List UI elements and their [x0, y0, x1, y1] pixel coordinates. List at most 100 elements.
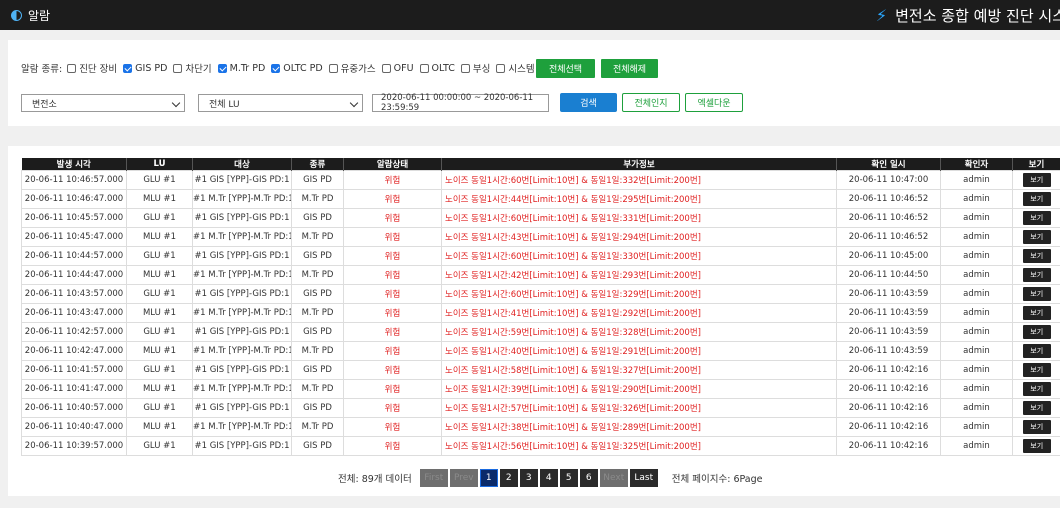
cell-ack-time: 20-06-11 10:42:16 — [836, 398, 941, 418]
checkbox-checked-icon[interactable] — [271, 63, 281, 73]
chevron-down-icon — [349, 98, 359, 108]
table-row[interactable]: 20-06-11 10:44:47.000 MLU #1 #1 M.Tr [YPP]… — [21, 265, 1060, 285]
table-row[interactable]: 20-06-11 10:41:57.000 GLU #1 #1 GIS [YPP]-… — [21, 360, 1060, 380]
cell-ack-time: 20-06-11 10:46:52 — [836, 208, 941, 228]
alarm-type-checkbox[interactable]: GIS PD — [123, 63, 167, 74]
alarm-type-checkbox[interactable]: 진단 장비 — [67, 61, 117, 75]
search-button[interactable]: 검색 — [560, 93, 617, 112]
table-row[interactable]: 20-06-11 10:43:47.000 MLU #1 #1 M.Tr [YPP]… — [21, 303, 1060, 323]
cell-ack-user: admin — [940, 246, 1013, 266]
cell-time: 20-06-11 10:39:57.000 — [21, 436, 127, 456]
checkbox-unchecked-icon[interactable] — [328, 63, 338, 73]
first-page-button[interactable]: First — [419, 469, 448, 487]
chevron-down-icon — [171, 98, 181, 108]
table-row[interactable]: 20-06-11 10:45:57.000 GLU #1 #1 GIS [YPP]-… — [21, 208, 1060, 228]
view-button[interactable]: 보기 — [1022, 211, 1051, 225]
view-button[interactable]: 보기 — [1022, 192, 1051, 206]
table-row[interactable]: 20-06-11 10:40:47.000 MLU #1 #1 M.Tr [YPP]… — [21, 417, 1060, 437]
cell-ack-time: 20-06-11 10:46:52 — [836, 189, 941, 209]
excel-download-button[interactable]: 엑셀다운 — [685, 93, 743, 112]
cell-ack-time: 20-06-11 10:42:16 — [836, 379, 941, 399]
page-number-button[interactable]: 2 — [499, 469, 518, 487]
view-button[interactable]: 보기 — [1022, 173, 1051, 187]
cell-status: 위험 — [343, 322, 442, 342]
cell-lu: GLU #1 — [126, 322, 193, 342]
cell-view: 보기 — [1012, 322, 1060, 342]
checkbox-unchecked-icon[interactable] — [419, 63, 429, 73]
table-row[interactable]: 20-06-11 10:39:57.000 GLU #1 #1 GIS [YPP]-… — [21, 436, 1060, 456]
view-button[interactable]: 보기 — [1022, 439, 1051, 453]
page-number-button[interactable]: 5 — [559, 469, 578, 487]
cell-status: 위험 — [343, 398, 442, 418]
checkbox-unchecked-icon[interactable] — [381, 63, 391, 73]
cell-target: #1 GIS [YPP]-GIS PD:1 — [192, 208, 292, 228]
view-button[interactable]: 보기 — [1022, 344, 1051, 358]
page-number-button[interactable]: 6 — [579, 469, 598, 487]
cell-ack-user: admin — [940, 284, 1013, 304]
acknowledge-all-button[interactable]: 전체인지 — [622, 93, 680, 112]
alarm-type-checkbox[interactable]: M.Tr PD — [217, 63, 265, 74]
table-row[interactable]: 20-06-11 10:46:47.000 MLU #1 #1 M.Tr [YPP]… — [21, 189, 1060, 209]
top-bar-right: ⚡ 변전소 종합 예방 진단 시스 — [876, 5, 1060, 26]
cell-target: #1 M.Tr [YPP]-M.Tr PD:1 — [192, 227, 292, 247]
checkbox-unchecked-icon[interactable] — [496, 63, 506, 73]
view-button[interactable]: 보기 — [1022, 325, 1051, 339]
table-row[interactable]: 20-06-11 10:42:57.000 GLU #1 #1 GIS [YPP]-… — [21, 322, 1060, 342]
cell-ack-user: admin — [940, 322, 1013, 342]
cell-info: 노이즈 동일1시간:56번[Limit:10번] & 동일1일:325번[Lim… — [441, 436, 837, 456]
checkbox-unchecked-icon[interactable] — [460, 63, 470, 73]
alarm-type-checkbox[interactable]: OFU — [381, 63, 414, 74]
cell-view: 보기 — [1012, 284, 1060, 304]
table-row[interactable]: 20-06-11 10:42:47.000 MLU #1 #1 M.Tr [YPP]… — [21, 341, 1060, 361]
select-all-button[interactable]: 전체선택 — [536, 59, 595, 78]
col-header-target: 대상 — [192, 158, 292, 171]
table-row[interactable]: 20-06-11 10:46:57.000 GLU #1 #1 GIS [YPP]-… — [21, 170, 1060, 190]
view-button[interactable]: 보기 — [1022, 401, 1051, 415]
checkbox-checked-icon[interactable] — [217, 63, 227, 73]
cell-target: #1 M.Tr [YPP]-M.Tr PD:1 — [192, 341, 292, 361]
page-number-button[interactable]: 1 — [479, 469, 498, 487]
cell-lu: GLU #1 — [126, 360, 193, 380]
cell-target: #1 M.Tr [YPP]-M.Tr PD:1 — [192, 189, 292, 209]
view-button[interactable]: 보기 — [1022, 306, 1051, 320]
prev-page-button[interactable]: Prev — [449, 469, 478, 487]
alarm-type-checkbox[interactable]: 차단기 — [173, 61, 212, 75]
alarm-type-checkbox[interactable]: 유중가스 — [328, 61, 376, 75]
table-row[interactable]: 20-06-11 10:45:47.000 MLU #1 #1 M.Tr [YPP]… — [21, 227, 1060, 247]
alarm-type-checkbox[interactable]: 시스템 — [496, 61, 535, 75]
table-row[interactable]: 20-06-11 10:44:57.000 GLU #1 #1 GIS [YPP]-… — [21, 246, 1060, 266]
next-page-button[interactable]: Next — [599, 469, 628, 487]
cell-info: 노이즈 동일1시간:40번[Limit:10번] & 동일1일:291번[Lim… — [441, 341, 837, 361]
col-header-ack-user: 확인자 — [940, 158, 1013, 171]
alarm-type-checkbox[interactable]: OLTC PD — [271, 63, 323, 74]
checkbox-unchecked-icon[interactable] — [173, 63, 183, 73]
view-button[interactable]: 보기 — [1022, 230, 1051, 244]
cell-view: 보기 — [1012, 265, 1060, 285]
table-row[interactable]: 20-06-11 10:40:57.000 GLU #1 #1 GIS [YPP]-… — [21, 398, 1060, 418]
cell-ack-time: 20-06-11 10:43:59 — [836, 303, 941, 323]
lu-select[interactable]: 전체 LU — [198, 94, 363, 112]
substation-select[interactable]: 변전소 — [21, 94, 185, 112]
cell-time: 20-06-11 10:40:57.000 — [21, 398, 127, 418]
alarm-type-checkbox[interactable]: OLTC — [419, 63, 455, 74]
date-range-input[interactable]: 2020-06-11 00:00:00 ~ 2020-06-11 23:59:5… — [372, 93, 549, 113]
view-button[interactable]: 보기 — [1022, 268, 1051, 282]
cell-info: 노이즈 동일1시간:59번[Limit:10번] & 동일1일:328번[Lim… — [441, 322, 837, 342]
checkbox-unchecked-icon[interactable] — [67, 63, 77, 73]
page-number-button[interactable]: 3 — [519, 469, 538, 487]
table-row[interactable]: 20-06-11 10:43:57.000 GLU #1 #1 GIS [YPP]-… — [21, 284, 1060, 304]
view-button[interactable]: 보기 — [1022, 363, 1051, 377]
view-button[interactable]: 보기 — [1022, 382, 1051, 396]
view-button[interactable]: 보기 — [1022, 420, 1051, 434]
cell-target: #1 M.Tr [YPP]-M.Tr PD:1 — [192, 303, 292, 323]
cell-view: 보기 — [1012, 417, 1060, 437]
deselect-all-button[interactable]: 전체해제 — [601, 59, 658, 78]
checkbox-checked-icon[interactable] — [123, 63, 133, 73]
page-number-button[interactable]: 4 — [539, 469, 558, 487]
alarm-table: 발생 시각 LU 대상 종류 알람상태 부가정보 확인 일시 확인자 보기 20… — [21, 158, 1060, 456]
view-button[interactable]: 보기 — [1022, 249, 1051, 263]
alarm-type-checkbox[interactable]: 부싱 — [460, 61, 490, 75]
view-button[interactable]: 보기 — [1022, 287, 1051, 301]
last-page-button[interactable]: Last — [629, 469, 658, 487]
table-row[interactable]: 20-06-11 10:41:47.000 MLU #1 #1 M.Tr [YPP]… — [21, 379, 1060, 399]
